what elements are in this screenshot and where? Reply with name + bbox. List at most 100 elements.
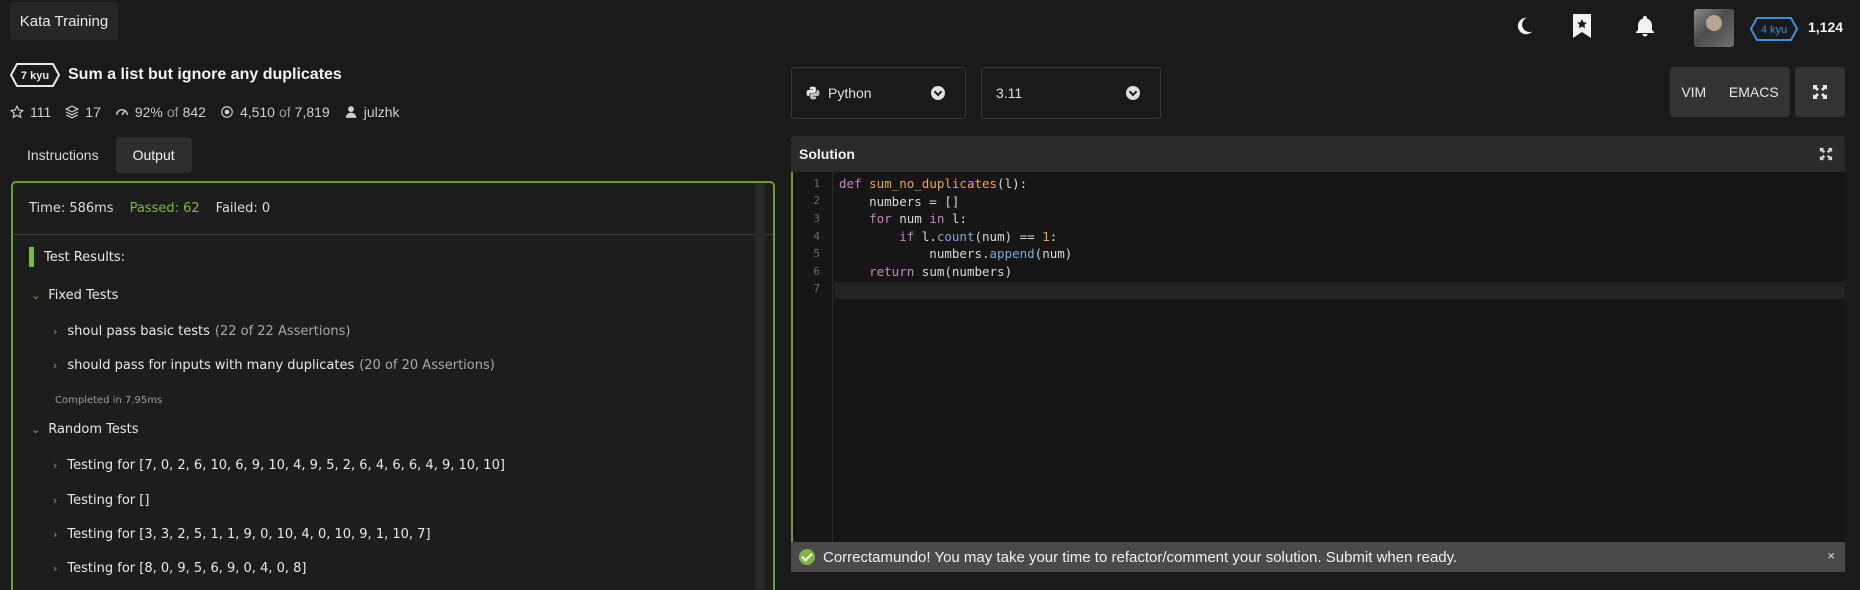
chevron-right-icon: › <box>53 325 58 338</box>
chevron-down-icon: ⌄ <box>31 423 41 436</box>
tab-instructions[interactable]: Instructions <box>10 137 116 173</box>
close-icon[interactable]: × <box>1827 548 1835 563</box>
kyu-badge: 7 kyu <box>9 63 61 87</box>
user-icon <box>345 106 356 118</box>
results-marker <box>29 247 34 267</box>
layers-icon <box>65 105 80 119</box>
of-label: of <box>278 104 291 120</box>
line-number: 4 <box>813 230 820 243</box>
code-line-1: def sum_no_duplicates(l): <box>839 176 1028 191</box>
satisfaction-votes: 842 <box>182 104 206 120</box>
chevron-right-icon: › <box>53 528 58 541</box>
star-icon <box>10 105 24 119</box>
bell-icon[interactable] <box>1633 14 1657 38</box>
stars-stat[interactable]: 111 <box>10 104 51 120</box>
run-time: Time: 586ms <box>29 201 114 216</box>
test-item-label: shoul pass basic tests <box>67 324 210 339</box>
line-number: 5 <box>813 247 820 260</box>
test-item[interactable]: › Testing for [8, 0, 9, 5, 6, 9, 0, 4, 0… <box>53 561 306 576</box>
test-item-label: Testing for [3, 3, 2, 5, 1, 1, 9, 0, 10,… <box>67 527 431 542</box>
test-item-label: should pass for inputs with many duplica… <box>67 358 355 373</box>
line-number: 3 <box>813 212 820 225</box>
test-item[interactable]: › should pass for inputs with many dupli… <box>53 358 495 373</box>
editor-mode-group: VIM EMACS <box>1670 67 1790 117</box>
chevron-down-icon <box>931 86 945 100</box>
success-banner: Correctamundo! You may take your time to… <box>791 542 1845 572</box>
output-scrollbar[interactable] <box>755 183 765 590</box>
author-stat[interactable]: julzhk <box>344 104 400 120</box>
expand-icon[interactable] <box>1819 147 1833 161</box>
test-item-label: Testing for [] <box>67 493 150 508</box>
of-label: of <box>166 104 179 120</box>
line-number: 2 <box>813 194 820 207</box>
test-results-title: Test Results: <box>44 249 126 265</box>
assertion-count: (20 of 20 Assertions) <box>359 358 495 373</box>
completions-stat: 4,510 of 7,819 <box>220 104 330 120</box>
completed-count: 4,510 <box>239 104 275 120</box>
solution-title: Solution <box>799 146 855 162</box>
output-panel: Time: 586ms Passed: 62 Failed: 0 Test Re… <box>11 181 775 590</box>
line-number: 7 <box>813 282 820 295</box>
version-value: 3.11 <box>996 85 1023 101</box>
rank-badge[interactable]: 4 kyu <box>1749 17 1799 41</box>
line-number-gutter: 1 2 3 4 5 6 7 <box>793 172 833 542</box>
honor-score: 1,124 <box>1808 19 1844 35</box>
rank-label: 4 kyu <box>1761 24 1787 36</box>
completed-time: Completed in 7.95ms <box>55 395 163 406</box>
avatar[interactable] <box>1694 9 1734 47</box>
gauge-icon <box>115 109 128 116</box>
kata-title: Sum a list but ignore any duplicates <box>68 66 342 83</box>
editor-footer <box>791 572 1845 590</box>
version-select[interactable]: 3.11 <box>981 67 1161 119</box>
kata-stats: 111 17 92% of 842 4,510 of 7,819 julzhk <box>10 104 414 120</box>
random-tests-group[interactable]: ⌄ Random Tests <box>31 422 139 437</box>
code-line-5: numbers.append(num) <box>839 246 1073 261</box>
code-line-3: for num in l: <box>869 211 967 226</box>
chevron-right-icon: › <box>53 562 58 575</box>
fixed-tests-label: Fixed Tests <box>48 288 119 303</box>
collections-stat[interactable]: 17 <box>65 104 101 120</box>
fullscreen-button[interactable] <box>1795 67 1845 117</box>
code-line-2: numbers = [] <box>839 194 960 209</box>
fixed-tests-group[interactable]: ⌄ Fixed Tests <box>31 288 118 303</box>
code-line-4: if l.count(num) == 1: <box>899 229 1058 244</box>
test-results-heading: Test Results: <box>29 247 125 267</box>
solution-header: Solution <box>791 136 1845 172</box>
chevron-right-icon: › <box>53 459 58 472</box>
test-item[interactable]: › Testing for [3, 3, 2, 5, 1, 1, 9, 0, 1… <box>53 527 431 542</box>
assertion-count: (22 of 22 Assertions) <box>214 324 351 339</box>
success-message: Correctamundo! You may take your time to… <box>823 548 1458 566</box>
active-line-highlight <box>834 282 1845 299</box>
top-bar: Kata Training 4 kyu 1,124 <box>0 0 1860 50</box>
code-editor[interactable]: 1 2 3 4 5 6 7 def sum_no_duplicates(l): … <box>791 172 1845 542</box>
emacs-mode-button[interactable]: EMACS <box>1729 84 1779 100</box>
test-item[interactable]: › shoul pass basic tests (22 of 22 Asser… <box>53 324 351 339</box>
kata-training-tab[interactable]: Kata Training <box>10 2 118 40</box>
random-tests-label: Random Tests <box>48 422 139 437</box>
stars-count: 111 <box>30 104 52 120</box>
target-icon <box>221 106 233 118</box>
language-select[interactable]: Python <box>791 67 966 119</box>
test-item[interactable]: › Testing for [] <box>53 493 149 508</box>
satisfaction-stat: 92% of 842 <box>115 104 206 120</box>
author-name: julzhk <box>363 104 400 120</box>
satisfaction-percent: 92% <box>134 104 163 120</box>
moon-icon[interactable] <box>1512 14 1536 38</box>
code-line-6: return sum(numbers) <box>869 264 1013 279</box>
collections-count: 17 <box>85 104 101 120</box>
chevron-right-icon: › <box>53 359 58 372</box>
attempts-count: 7,819 <box>294 104 330 120</box>
language-value: Python <box>828 85 872 101</box>
test-item-label: Testing for [8, 0, 9, 5, 6, 9, 0, 4, 0, … <box>67 561 307 576</box>
left-tabs: Instructions Output <box>10 137 192 173</box>
tab-output[interactable]: Output <box>115 137 192 173</box>
test-item-label: Testing for [7, 0, 2, 6, 10, 6, 9, 10, 4… <box>67 458 505 473</box>
kyu-label: 7 kyu <box>21 70 49 82</box>
bookmark-star-icon[interactable] <box>1570 14 1594 38</box>
python-icon <box>806 86 820 100</box>
vim-mode-button[interactable]: VIM <box>1681 84 1706 100</box>
failed-count: Failed: 0 <box>215 201 271 216</box>
line-number: 1 <box>813 177 820 190</box>
chevron-right-icon: › <box>53 494 58 507</box>
test-item[interactable]: › Testing for [7, 0, 2, 6, 10, 6, 9, 10,… <box>53 458 505 473</box>
